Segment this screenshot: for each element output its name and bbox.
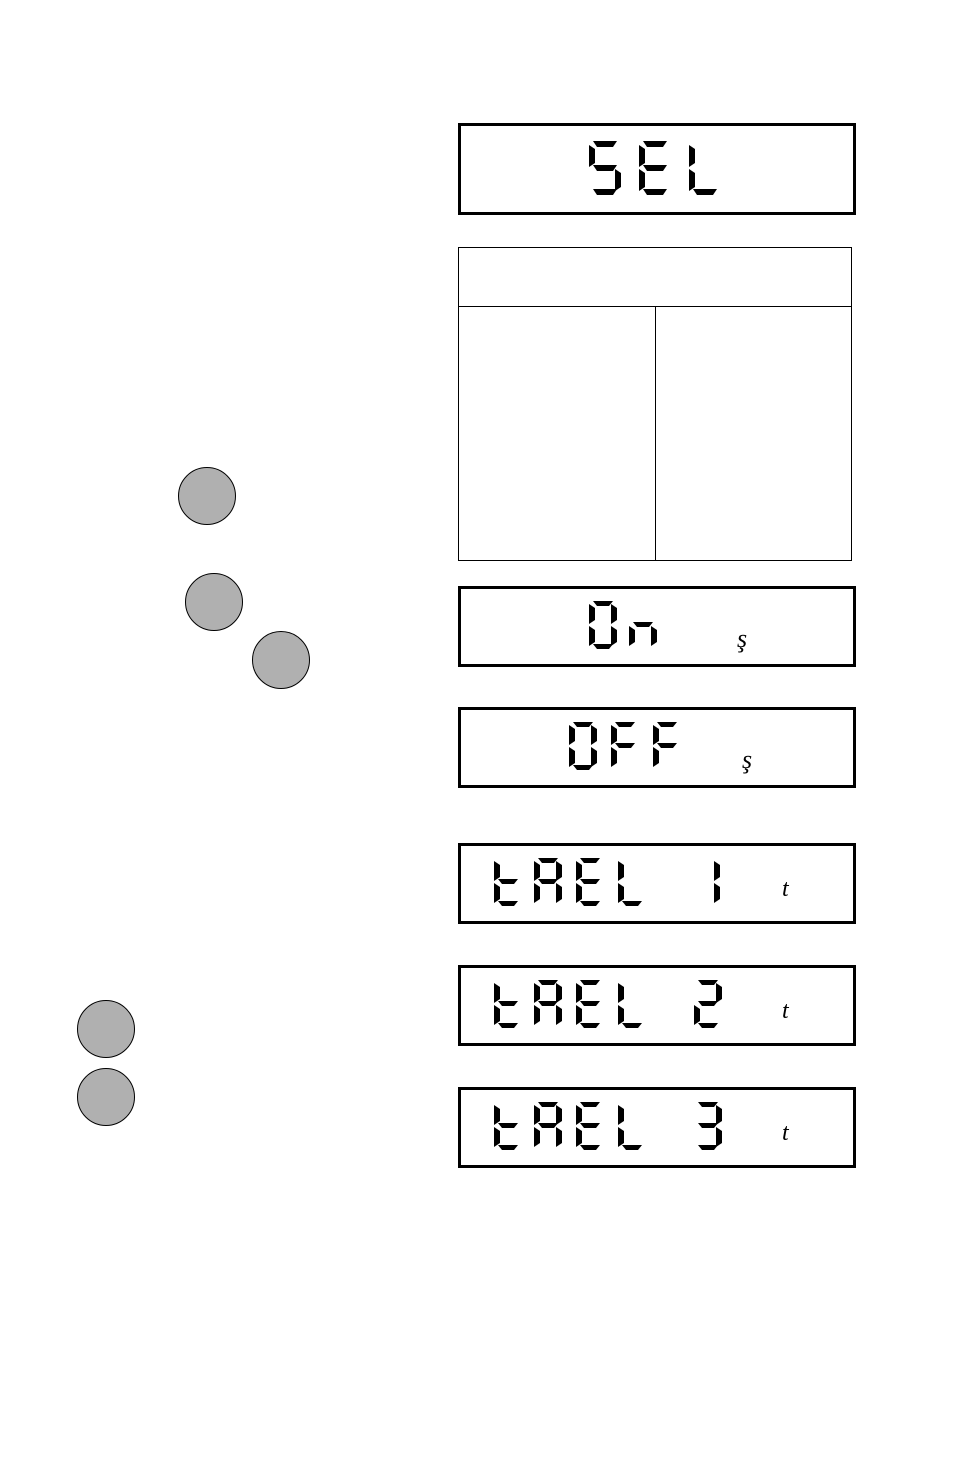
bullet-circle-1 (178, 467, 236, 525)
svg-text:t: t (782, 876, 790, 902)
display-tael-2: t (458, 965, 856, 1046)
tael3-text-icon: t (482, 1100, 832, 1155)
bullet-circle-3 (252, 631, 310, 689)
display-tael-1: t (458, 843, 856, 924)
bullet-circle-2 (185, 573, 243, 631)
display-on: ş (458, 586, 856, 667)
display-off: ş (458, 707, 856, 788)
svg-text:t: t (782, 998, 790, 1024)
table-col-1 (459, 307, 656, 561)
svg-text:ş: ş (737, 624, 747, 653)
table-col-2 (656, 307, 852, 561)
table-header-row (459, 248, 851, 307)
bullet-circle-4 (77, 1000, 135, 1058)
svg-text:t: t (782, 1120, 790, 1146)
tael2-text-icon: t (482, 978, 832, 1033)
lookup-table (458, 247, 852, 561)
table-body (459, 307, 851, 561)
off-text-icon: ş (517, 720, 797, 775)
svg-text:ş: ş (742, 745, 752, 774)
on-text-icon: ş (527, 599, 787, 654)
bullet-circle-5 (77, 1068, 135, 1126)
display-sel (458, 123, 856, 215)
tael1-text-icon: t (482, 856, 832, 911)
display-tael-3: t (458, 1087, 856, 1168)
sel-text-icon (587, 139, 727, 199)
